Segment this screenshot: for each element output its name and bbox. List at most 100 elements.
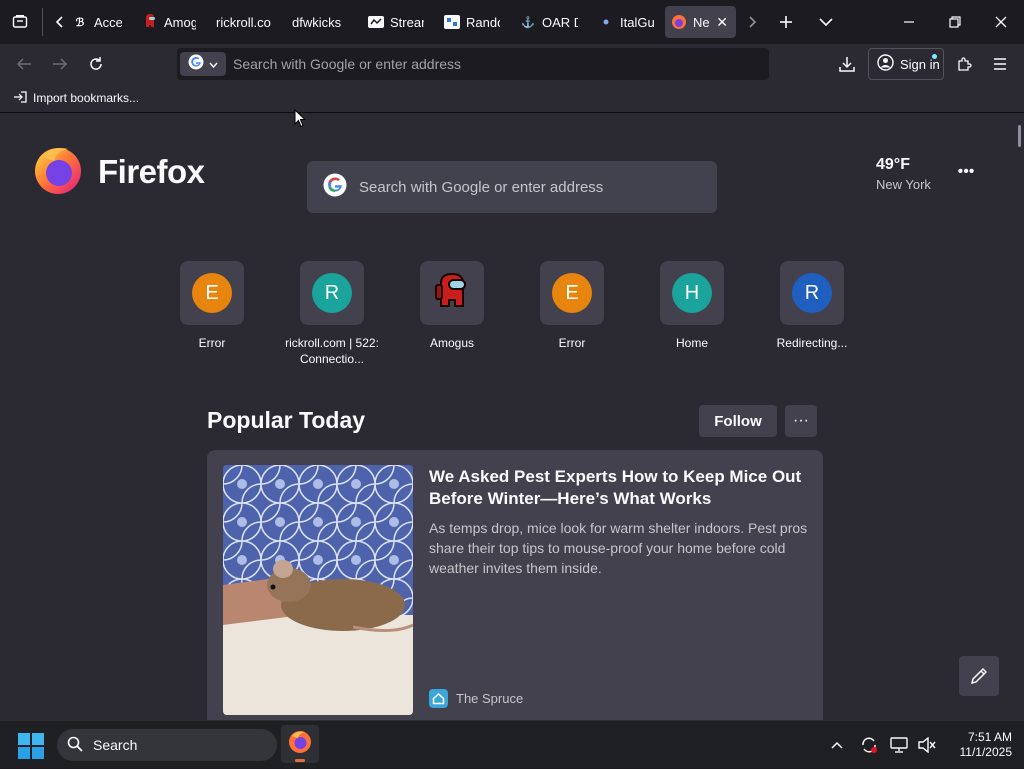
tab-acces[interactable]: ℬ Acces [66,6,122,38]
top-site-tile: R [780,261,844,325]
top-site-label: Redirecting... [776,336,848,350]
minimize-window-icon[interactable] [886,0,932,44]
tab-amogus[interactable]: Amog [136,6,196,38]
tab-italgu[interactable]: ItalGu [592,6,654,38]
google-g-icon [188,54,204,75]
site-letter: R [804,281,820,304]
top-site-tile: E [540,261,604,325]
follow-button[interactable]: Follow [699,405,777,437]
new-tab-page: Firefox Search with Google or enter addr… [0,113,1024,720]
import-icon [13,90,27,106]
windows-start-icon[interactable] [18,733,44,759]
site-letter: H [684,281,700,304]
close-tab-icon[interactable]: ✕ [716,14,728,31]
clock-date: 11/1/2025 [959,745,1013,759]
tab-label: Ne [693,14,710,30]
top-site-redirecting[interactable]: R Redirecting... [760,261,864,351]
top-site-amogus[interactable]: Amogus [400,261,504,351]
taskbar-firefox-app[interactable] [281,725,319,763]
the-spruce-logo-icon [429,689,448,708]
hamburger-menu-icon[interactable] [984,48,1016,80]
forward-arrow-icon[interactable] [44,48,76,80]
amogus-favicon-icon [142,14,158,30]
tab-label: Stream [390,14,424,30]
newtab-search-box[interactable]: Search with Google or enter address [307,161,717,213]
top-site-error-1[interactable]: E Error [160,261,264,351]
volume-muted-icon[interactable] [916,721,938,769]
tab-oar[interactable]: ⚓ OAR D [514,6,578,38]
tab-stream[interactable]: Stream [362,6,424,38]
site-letter-icon: E [192,273,232,313]
newtab-search-placeholder: Search with Google or enter address [359,178,604,196]
show-hidden-icons-chevron-icon[interactable] [826,721,848,769]
site-letter: R [324,281,340,304]
tab-favicon-icon: ℬ [75,16,85,29]
tab-rickroll[interactable]: rickroll.co [210,6,274,38]
page-scrollbar[interactable] [1018,125,1021,147]
notification-dot [932,54,937,59]
tab-label: Amog [164,14,196,30]
firefox-logo-icon [32,143,84,200]
import-bookmarks-link[interactable]: Import bookmarks... [33,91,139,105]
top-site-error-2[interactable]: E Error [520,261,624,351]
random-favicon-icon [444,14,460,30]
search-engine-selector[interactable] [180,52,226,76]
scroll-tabs-right-icon[interactable] [742,0,762,44]
top-site-rickroll[interactable]: R rickroll.com | 522: Connectio... [280,261,384,367]
reload-icon[interactable] [80,48,112,80]
top-site-label: Home [675,336,708,350]
weather-widget[interactable]: 49°F New York [876,156,931,192]
top-site-label: Error [558,336,586,350]
firefox-favicon-icon [671,14,687,30]
site-letter: E [205,281,219,304]
mouse-cursor-icon [294,108,307,133]
stream-favicon-icon [368,14,384,30]
sign-in-button[interactable]: Sign in [868,48,944,80]
restore-window-icon[interactable] [932,0,978,44]
tab-dfwkicks[interactable]: dfwkicks [286,6,346,38]
top-site-tile: H [660,261,724,325]
customize-pencil-icon[interactable] [959,656,999,696]
top-site-label: Error [198,336,226,350]
address-bar-placeholder: Search with Google or enter address [233,56,462,72]
list-all-tabs-chevron-icon[interactable] [812,0,840,44]
weather-city: New York [876,177,931,192]
navigation-toolbar: Search with Google or enter address Sign… [0,44,1024,84]
bookmarks-toolbar: Import bookmarks... [0,84,1024,113]
back-arrow-icon[interactable] [8,48,40,80]
tab-new-tab-active[interactable]: Ne ✕ [665,6,736,38]
new-tab-plus-icon[interactable] [772,0,800,44]
tab-random[interactable]: Rando [438,6,500,38]
downloads-icon[interactable] [831,48,863,80]
extensions-puzzle-icon[interactable] [948,48,980,80]
top-site-tile: E [180,261,244,325]
search-icon [67,736,83,755]
close-window-icon[interactable] [978,0,1024,44]
amogus-crewmate-icon [432,271,472,316]
clock-time: 7:51 AM [967,730,1012,744]
running-indicator [295,759,305,762]
tab-separator [42,8,43,36]
system-clock[interactable]: 7:51 AM 11/1/2025 [944,730,1013,760]
windows-taskbar: Search 7:51 AM 11/1/2025 [0,720,1024,768]
network-icon[interactable] [888,721,910,769]
story-headline[interactable]: We Asked Pest Experts How to Keep Mice O… [429,466,809,510]
section-title-popular-today: Popular Today [207,407,366,433]
story-card[interactable]: We Asked Pest Experts How to Keep Mice O… [207,450,823,720]
top-site-home[interactable]: H Home [640,261,744,351]
tab-strip: ℬ Acces Amog rickroll.co dfwkicks Stream… [0,0,1024,44]
taskbar-search-box[interactable]: Search [57,729,277,761]
firefox-view-icon[interactable] [6,0,34,44]
story-source-name: The Spruce [456,691,524,706]
address-bar[interactable]: Search with Google or enter address [177,48,769,80]
weather-more-icon[interactable]: ••• [952,161,980,183]
site-letter-icon: R [312,273,352,313]
site-letter-icon: E [552,273,592,313]
tab-label: dfwkicks [292,14,342,30]
top-site-tile [420,261,484,325]
top-site-label: rickroll.com | 522: Connectio... [285,336,379,366]
sync-status-icon[interactable] [858,721,880,769]
italgu-favicon-icon [598,14,614,30]
tab-label: rickroll.co [216,14,271,30]
section-more-options-icon[interactable]: ··· [785,405,817,437]
